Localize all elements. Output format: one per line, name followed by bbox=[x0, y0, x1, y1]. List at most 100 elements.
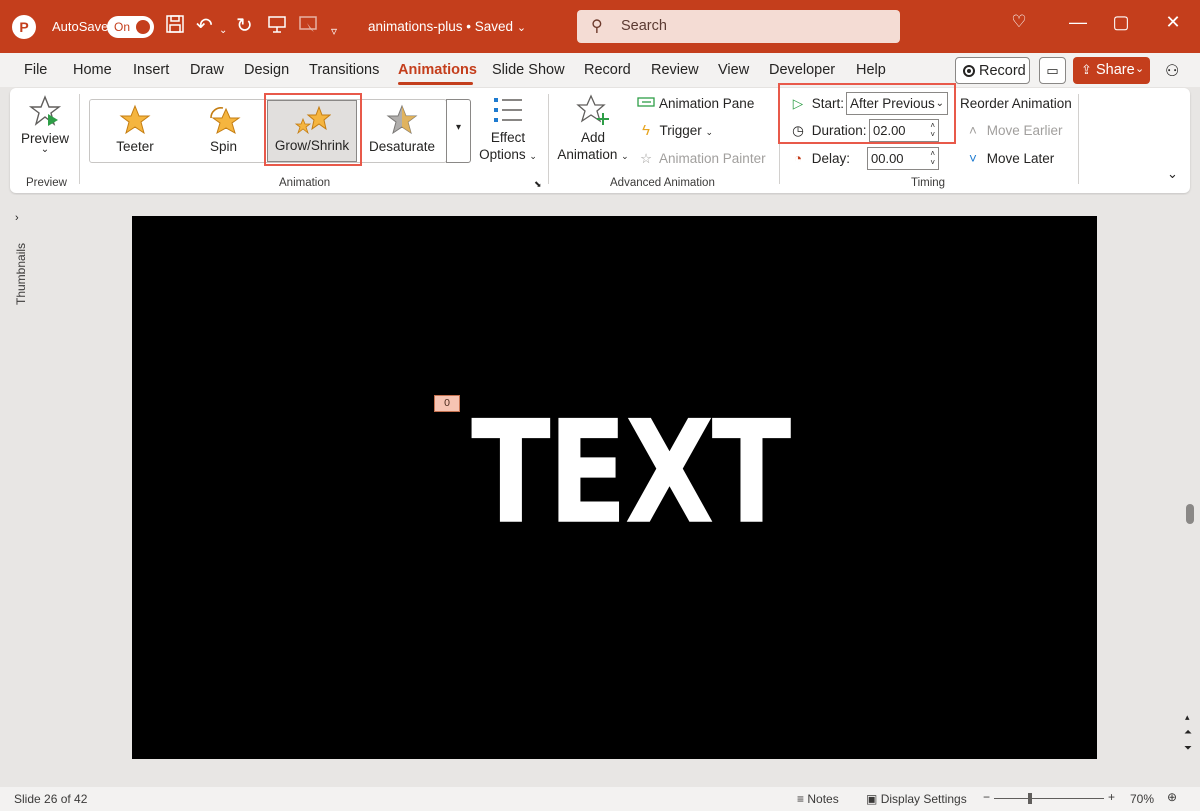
chevron-down-icon: ⌄ bbox=[705, 127, 714, 137]
expand-thumbnails-icon[interactable]: › bbox=[15, 212, 19, 224]
zoom-in-icon[interactable]: + bbox=[1108, 790, 1115, 804]
chevron-down-icon: ⌄ bbox=[621, 151, 629, 161]
tab-animations[interactable]: Animations bbox=[398, 62, 477, 78]
zoom-slider[interactable] bbox=[994, 798, 1104, 799]
animation-pane-button[interactable]: Animation Pane bbox=[636, 93, 754, 115]
gallery-item-teeter[interactable]: Teeter bbox=[90, 100, 180, 162]
share-icon: ⇪ bbox=[1081, 62, 1092, 77]
search-placeholder: Search bbox=[621, 18, 667, 34]
vertical-scrollbar[interactable]: ▴ ⏶ ⏷ bbox=[1180, 195, 1200, 787]
powerpoint-logo-icon: P bbox=[12, 15, 36, 39]
display-settings-icon: ▣ bbox=[866, 792, 878, 806]
animation-painter-label: Animation Painter bbox=[659, 151, 766, 166]
chevron-down-icon: ⌄ bbox=[1135, 63, 1145, 75]
status-bar: Slide 26 of 42 ≡ Notes ▣ Display Setting… bbox=[0, 787, 1200, 811]
notes-icon: ≡ bbox=[797, 792, 805, 806]
tab-home[interactable]: Home bbox=[73, 62, 112, 78]
gallery-item-desaturate[interactable]: Desaturate bbox=[357, 100, 447, 162]
animation-pane-label: Animation Pane bbox=[659, 96, 755, 111]
delay-input[interactable]: 00.00 ˄ ˅ bbox=[867, 147, 939, 170]
tab-review[interactable]: Review bbox=[651, 62, 699, 78]
save-icon[interactable] bbox=[165, 14, 185, 40]
customize-qat-icon[interactable]: ▿ bbox=[331, 19, 337, 43]
tab-slide-show[interactable]: Slide Show bbox=[492, 62, 565, 78]
trigger-button[interactable]: ϟ Trigger ⌄ bbox=[636, 120, 713, 142]
reorder-animation-title: Reorder Animation bbox=[960, 96, 1072, 111]
group-label-timing: Timing bbox=[911, 177, 946, 189]
add-animation-icon bbox=[576, 94, 609, 125]
tab-transitions[interactable]: Transitions bbox=[309, 62, 379, 78]
tab-record[interactable]: Record bbox=[584, 62, 631, 78]
move-later-button[interactable]: ˅ Move Later bbox=[963, 148, 1054, 170]
restore-button[interactable]: ▢ bbox=[1106, 12, 1136, 33]
add-animation-button[interactable]: Add Animation ⌄ bbox=[555, 94, 631, 170]
dialog-launcher-icon[interactable]: ⬊ bbox=[534, 179, 542, 190]
comments-button[interactable]: ▭ bbox=[1039, 57, 1066, 84]
undo-dropdown-icon[interactable]: ⌄ bbox=[219, 19, 227, 43]
notes-button[interactable]: ≡ Notes bbox=[797, 792, 839, 806]
slide-info: Slide 26 of 42 bbox=[14, 792, 88, 806]
add-animation-label-2: Animation bbox=[557, 147, 618, 162]
scroll-thumb[interactable] bbox=[1186, 504, 1194, 524]
tab-view[interactable]: View bbox=[718, 62, 749, 78]
animation-painter-button[interactable]: ☆ Animation Painter bbox=[636, 148, 766, 170]
gallery-item-spin[interactable]: Spin bbox=[180, 100, 267, 162]
move-later-label: Move Later bbox=[986, 151, 1055, 166]
collapse-ribbon-icon[interactable]: ⌄ bbox=[1167, 166, 1178, 182]
lightbulb-icon[interactable]: ♡ bbox=[1004, 12, 1034, 32]
redo-icon[interactable]: ↻ bbox=[236, 14, 253, 38]
thumbnails-label[interactable]: Thumbnails bbox=[14, 243, 28, 305]
delay-row: ◔ Delay: bbox=[788, 148, 850, 170]
delay-label: Delay: bbox=[811, 151, 851, 166]
close-button[interactable]: ✕ bbox=[1158, 12, 1188, 33]
effect-options-icon bbox=[494, 98, 522, 122]
delay-clock-icon: ◔ bbox=[793, 151, 803, 166]
effect-options-label-2: Options bbox=[479, 147, 526, 162]
effect-options-button[interactable]: Effect Options ⌄ bbox=[476, 94, 540, 170]
animation-painter-icon: ☆ bbox=[639, 151, 653, 166]
ribbon-panel: Preview ⌄ Preview Teeter Spin Grow/Shrin… bbox=[10, 83, 1190, 193]
effect-options-label-1: Effect bbox=[490, 130, 526, 145]
tab-design[interactable]: Design bbox=[244, 62, 289, 78]
previous-slide-icon[interactable]: ⏶ bbox=[1184, 727, 1192, 738]
tab-file[interactable]: File bbox=[24, 62, 47, 78]
next-slide-icon[interactable]: ⏷ bbox=[1184, 743, 1192, 754]
present-icon[interactable] bbox=[268, 14, 286, 40]
tab-help[interactable]: Help bbox=[856, 62, 886, 78]
chevron-down-icon: ⌄ bbox=[516, 22, 527, 34]
gallery-more-button[interactable]: ▾ bbox=[446, 99, 471, 163]
minimize-button[interactable]: — bbox=[1063, 12, 1093, 33]
display-settings-label: Display Settings bbox=[880, 792, 967, 806]
display-settings-button[interactable]: ▣ Display Settings bbox=[866, 792, 967, 806]
add-animation-label-1: Add bbox=[580, 130, 606, 145]
move-earlier-button[interactable]: ˄ Move Earlier bbox=[963, 120, 1063, 142]
delay-value: 00.00 bbox=[871, 151, 904, 166]
zoom-slider-thumb[interactable] bbox=[1028, 793, 1032, 804]
undo-icon[interactable]: ↶ bbox=[196, 14, 213, 38]
zoom-level[interactable]: 70% bbox=[1130, 792, 1154, 806]
animation-order-tag[interactable]: 0 bbox=[434, 395, 460, 412]
scroll-up-icon[interactable]: ▴ bbox=[1185, 712, 1190, 723]
document-title[interactable]: animations-plus • Saved ⌄ bbox=[368, 19, 526, 34]
chevron-up-icon: ˄ bbox=[969, 123, 977, 138]
tab-insert[interactable]: Insert bbox=[133, 62, 169, 78]
autosave-toggle[interactable]: On bbox=[107, 16, 154, 38]
teeter-star-icon bbox=[119, 104, 151, 135]
group-separator bbox=[548, 94, 549, 184]
search-box[interactable]: ⚲ Search bbox=[577, 10, 900, 43]
spin-arrows-icon[interactable]: ˄ ˅ bbox=[930, 149, 935, 167]
tab-developer[interactable]: Developer bbox=[769, 62, 835, 78]
tab-draw[interactable]: Draw bbox=[190, 62, 224, 78]
coauthoring-icon[interactable]: ⚇ bbox=[1165, 61, 1179, 81]
slideshow-from-start-icon[interactable] bbox=[298, 14, 318, 40]
chevron-down-icon: ⌄ bbox=[529, 151, 537, 161]
record-button[interactable]: Record bbox=[955, 57, 1030, 84]
lightning-icon: ϟ bbox=[642, 122, 650, 139]
preview-button[interactable]: Preview ⌄ bbox=[20, 94, 70, 170]
document-title-text: animations-plus • Saved bbox=[368, 19, 514, 34]
fit-to-window-icon[interactable]: ⊕ bbox=[1167, 790, 1177, 804]
active-tab-indicator bbox=[398, 82, 473, 85]
slide-text[interactable]: TEXT bbox=[471, 402, 791, 545]
share-button[interactable]: ⇪ Share ⌄ bbox=[1073, 57, 1150, 84]
zoom-out-icon[interactable]: − bbox=[983, 790, 990, 804]
